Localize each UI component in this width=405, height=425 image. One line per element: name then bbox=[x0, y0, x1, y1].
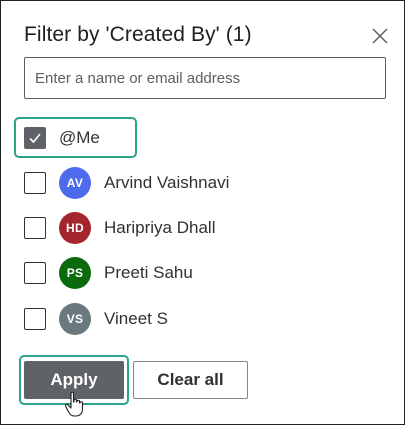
me-checkbox[interactable] bbox=[24, 127, 46, 149]
option-checkbox[interactable] bbox=[24, 217, 46, 239]
option-vineet-s[interactable]: VS Vineet S bbox=[24, 303, 168, 335]
filter-panel: Filter by 'Created By' (1) @Me AV Arvind… bbox=[0, 0, 405, 425]
option-label: Vineet S bbox=[104, 309, 168, 328]
option-preeti-sahu[interactable]: PS Preeti Sahu bbox=[24, 257, 193, 289]
option-checkbox[interactable] bbox=[24, 262, 46, 284]
option-label: @Me bbox=[59, 128, 100, 147]
option-checkbox[interactable] bbox=[24, 172, 46, 194]
option-checkbox[interactable] bbox=[24, 308, 46, 330]
clear-all-button[interactable]: Clear all bbox=[133, 361, 248, 399]
option-label: Preeti Sahu bbox=[104, 263, 193, 282]
avatar: HD bbox=[59, 212, 91, 244]
avatar: PS bbox=[59, 257, 91, 289]
option-haripriya-dhall[interactable]: HD Haripriya Dhall bbox=[24, 212, 215, 244]
apply-button[interactable]: Apply bbox=[24, 361, 124, 399]
avatar: AV bbox=[59, 167, 91, 199]
people-search-input[interactable] bbox=[24, 57, 386, 99]
close-icon[interactable] bbox=[371, 27, 389, 45]
option-me[interactable]: @Me bbox=[24, 122, 100, 154]
option-arvind-vaishnavi[interactable]: AV Arvind Vaishnavi bbox=[24, 167, 229, 199]
panel-title: Filter by 'Created By' (1) bbox=[24, 23, 252, 46]
checkmark-icon bbox=[29, 133, 41, 144]
option-label: Arvind Vaishnavi bbox=[104, 173, 230, 192]
avatar: VS bbox=[59, 303, 91, 335]
option-label: Haripriya Dhall bbox=[104, 218, 216, 237]
